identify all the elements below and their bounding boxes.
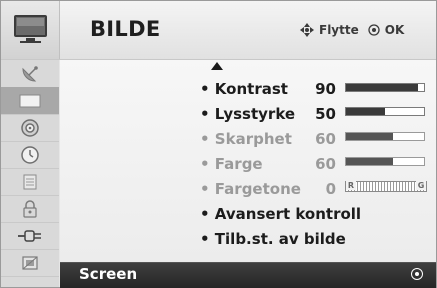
level-fill [346, 133, 393, 140]
sidebar-item-input[interactable] [1, 222, 59, 250]
input-icon [18, 229, 41, 242]
level-fill [346, 84, 418, 91]
lock-icon [23, 199, 37, 218]
setting-label: • Farge [200, 155, 263, 173]
tint-red-label: R [346, 181, 356, 190]
tv-icon [14, 15, 47, 43]
setting-row-advanced-control[interactable]: • Avansert kontroll [200, 203, 400, 225]
setting-value: 60 [315, 155, 336, 173]
sidebar-item-option[interactable] [1, 168, 59, 196]
setting-row-picture-reset[interactable]: • Tilb.st. av bilde [200, 228, 400, 250]
tv-tab[interactable] [1, 1, 60, 59]
menu-title: BILDE [90, 17, 161, 41]
setting-label: • Avansert kontroll [200, 205, 362, 223]
move-arrows-icon [300, 23, 314, 37]
sidebar-item-picture[interactable] [1, 87, 59, 115]
level-fill [346, 158, 393, 165]
sidebar-item-audio[interactable] [1, 114, 59, 142]
setting-label: • Skarphet [200, 130, 292, 148]
setting-value: 60 [315, 130, 336, 148]
setting-label: • Fargetone [200, 180, 301, 198]
brightness-level-bar[interactable] [345, 107, 425, 116]
tint-green-label: G [416, 181, 426, 190]
sidebar-item-usb[interactable] [1, 249, 59, 277]
color-level-bar [345, 157, 425, 166]
setting-value: 0 [325, 180, 336, 198]
navigation-hint: Flytte OK [299, 21, 404, 39]
sidebar-item-satellite[interactable] [1, 60, 59, 88]
hint-ok-label: OK [384, 23, 405, 37]
tint-balance-bar: R G [345, 181, 427, 192]
category-sidebar [1, 60, 59, 287]
hint-move-label: Flytte [319, 23, 359, 37]
setting-label: • Tilb.st. av bilde [200, 230, 346, 248]
usb-icon [22, 255, 38, 270]
sidebar-item-time[interactable] [1, 141, 59, 169]
level-fill [346, 108, 385, 115]
setting-value: 90 [315, 80, 336, 98]
satellite-dish-icon [22, 65, 38, 82]
audio-icon [21, 118, 39, 137]
screen-label: Screen [79, 265, 138, 283]
sidebar-item-lock[interactable] [1, 195, 59, 223]
option-icon [23, 174, 37, 189]
sharpness-level-bar [345, 132, 425, 141]
setting-value: 50 [315, 105, 336, 123]
picture-icon [19, 94, 41, 107]
setting-label: • Lysstyrke [200, 105, 296, 123]
selected-radio-icon [411, 268, 423, 280]
setting-label: • Kontrast [200, 80, 288, 98]
scroll-up-arrow-icon[interactable] [211, 62, 223, 70]
clock-icon [21, 145, 39, 164]
ok-button-icon [368, 24, 380, 36]
contrast-level-bar[interactable] [345, 83, 425, 92]
